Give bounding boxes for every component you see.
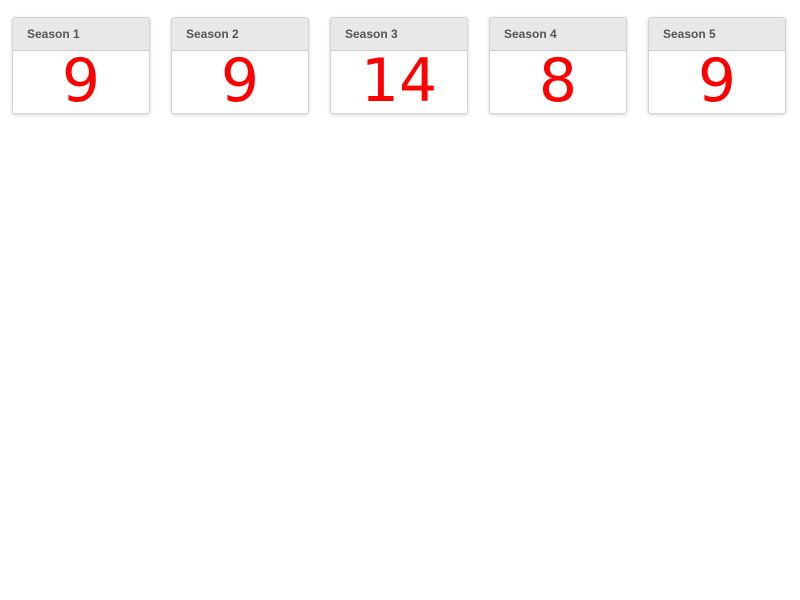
card-value: 9 [61,46,101,114]
card-value: 9 [220,46,260,114]
card-value: 14 [360,46,438,114]
season-card: Season 3 14 [330,17,468,114]
card-body: 8 [490,51,626,113]
season-card: Season 2 9 [171,17,309,114]
season-card: Season 4 8 [489,17,627,114]
season-card: Season 1 9 [12,17,150,114]
season-card: Season 5 9 [648,17,786,114]
card-body: 14 [331,51,467,113]
season-cards: Season 1 9 Season 2 9 Season 3 14 Season… [12,17,786,114]
card-value: 9 [697,46,737,114]
card-body: 9 [172,51,308,113]
card-body: 9 [649,51,785,113]
card-value: 8 [538,46,578,114]
card-body: 9 [13,51,149,113]
